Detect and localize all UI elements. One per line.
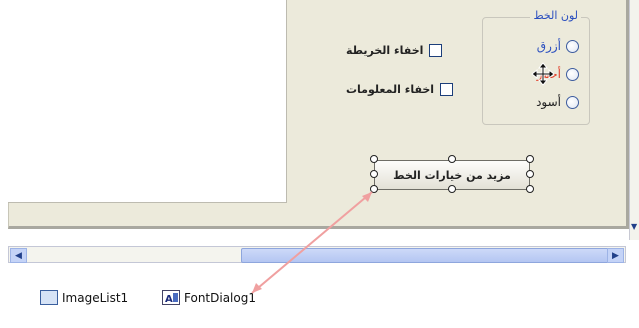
annotation-arrow	[251, 191, 373, 294]
